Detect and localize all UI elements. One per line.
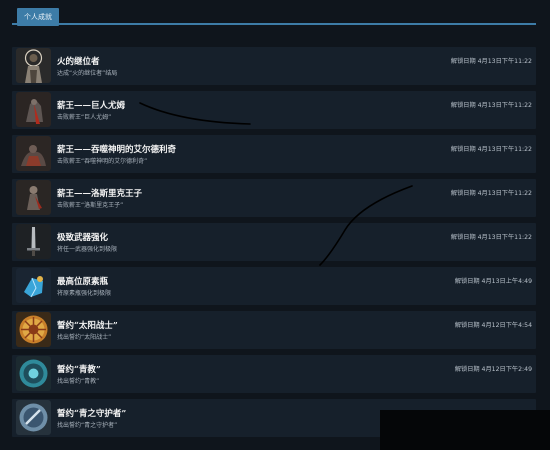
achievement-description: 将任一武器强化到极限 <box>57 246 118 253</box>
blue-ring-icon <box>16 356 51 391</box>
achievement-row[interactable]: 薪王——巨人尤姆 击败薪王“巨人尤姆” 解锁日期 4月13日下午11:22 <box>12 91 536 129</box>
achievement-description: 找出誓约“太阳战士” <box>57 334 112 341</box>
achievement-description: 击败薪王“巨人尤姆” <box>57 114 112 121</box>
unlock-date: 解锁日期 4月12日下午4:54 <box>454 322 532 329</box>
achievement-row[interactable]: 火的继位者 达成“火的继位者”结局 解锁日期 4月13日下午11:22 <box>12 47 536 85</box>
achievement-description: 达成“火的继位者”结局 <box>57 70 118 77</box>
achievement-description: 将原素瓶强化到极限 <box>57 290 112 297</box>
unlock-date: 解锁日期 4月13日下午11:22 <box>450 146 532 153</box>
achievement-title: 薪王——巨人尤姆 <box>57 101 126 111</box>
dark-overlay <box>380 410 550 450</box>
achievement-title: 誓约“太阳战士” <box>57 321 118 331</box>
aldrich-icon <box>16 136 51 171</box>
unlock-date: 解锁日期 4月13日下午11:22 <box>450 58 532 65</box>
achievement-description: 击败薪王“吞噬神明的艾尔德利奇” <box>57 158 148 165</box>
tab-underline <box>12 23 536 25</box>
achievement-title: 火的继位者 <box>57 57 100 67</box>
achievement-title: 誓约“青教” <box>57 365 101 375</box>
achievement-list: 火的继位者 达成“火的继位者”结局 解锁日期 4月13日下午11:22 薪王——… <box>12 47 536 443</box>
sun-emblem-icon <box>16 312 51 347</box>
giant-king-icon <box>16 92 51 127</box>
tab-bar: 个人成就 <box>0 0 550 30</box>
unlock-date: 解锁日期 4月13日上午4:49 <box>454 278 532 285</box>
achievement-description: 击败薪王“洛斯里克王子” <box>57 202 124 209</box>
blue-sentinel-icon <box>16 400 51 435</box>
unlock-date: 解锁日期 4月13日下午11:22 <box>450 234 532 241</box>
achievement-title: 誓约“青之守护者” <box>57 409 127 419</box>
achievement-row[interactable]: 最高位原素瓶 将原素瓶强化到极限 解锁日期 4月13日上午4:49 <box>12 267 536 305</box>
achievement-title: 最高位原素瓶 <box>57 277 109 287</box>
achievement-row[interactable]: 誓约“青教” 找出誓约“青教” 解锁日期 4月12日下午2:49 <box>12 355 536 393</box>
achievement-description: 找出誓约“青之守护者” <box>57 422 118 429</box>
titanite-icon <box>16 268 51 303</box>
unlock-date: 解锁日期 4月13日下午11:22 <box>450 190 532 197</box>
achievement-title: 薪王——吞噬神明的艾尔德利奇 <box>57 145 177 155</box>
achievement-title: 薪王——洛斯里克王子 <box>57 189 143 199</box>
achievement-row[interactable]: 薪王——吞噬神明的艾尔德利奇 击败薪王“吞噬神明的艾尔德利奇” 解锁日期 4月1… <box>12 135 536 173</box>
achievement-row[interactable]: 极致武器强化 将任一武器强化到极限 解锁日期 4月13日下午11:22 <box>12 223 536 261</box>
achievement-title: 极致武器强化 <box>57 233 109 243</box>
achievement-description: 找出誓约“青教” <box>57 378 100 385</box>
achievement-row[interactable]: 誓约“太阳战士” 找出誓约“太阳战士” 解锁日期 4月12日下午4:54 <box>12 311 536 349</box>
sword-icon <box>16 224 51 259</box>
achievement-row[interactable]: 薪王——洛斯里克王子 击败薪王“洛斯里克王子” 解锁日期 4月13日下午11:2… <box>12 179 536 217</box>
unlock-date: 解锁日期 4月12日下午2:49 <box>454 366 532 373</box>
steam-achievements-page: 个人成就 火的继位者 达成“火的继位者”结局 解锁日期 4月13日下午11:22 <box>0 0 550 450</box>
bonfire-knight-icon <box>16 48 51 83</box>
lothric-prince-icon <box>16 180 51 215</box>
unlock-date: 解锁日期 4月13日下午11:22 <box>450 102 532 109</box>
